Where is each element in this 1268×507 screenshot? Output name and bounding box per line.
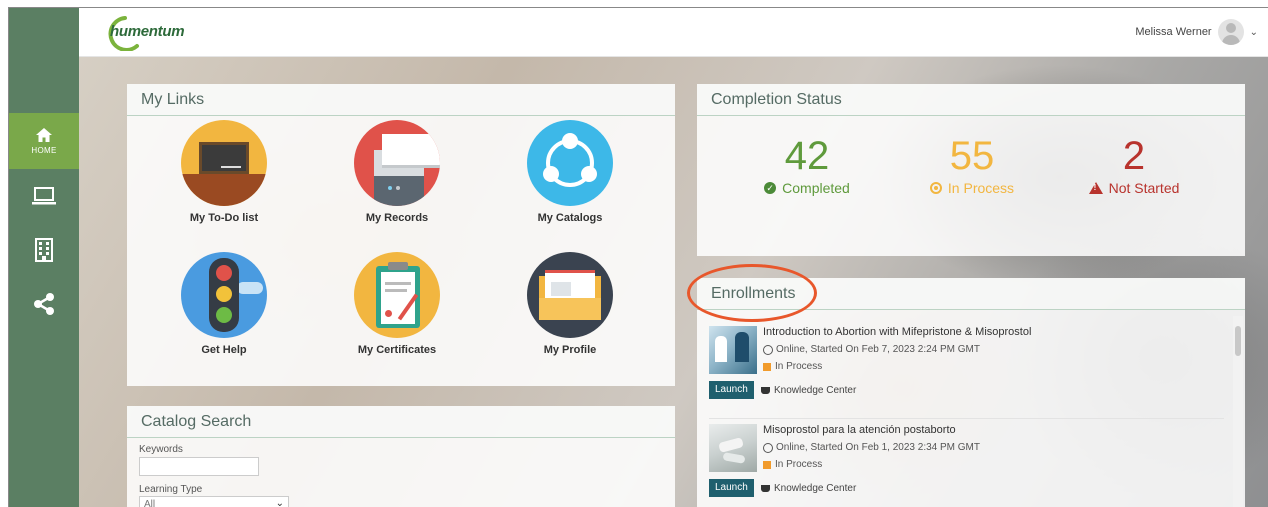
laptop-icon: [32, 187, 56, 205]
check-circle-icon: ✓: [764, 182, 777, 194]
course-meta: Online, Started On Feb 1, 2023 2:34 PM G…: [776, 442, 980, 453]
launch-button[interactable]: Launch: [709, 381, 754, 399]
share-network-icon: [527, 120, 613, 206]
completed-count: 42: [784, 134, 830, 178]
my-links-title: My Links: [127, 84, 675, 116]
tile-my-certificates[interactable]: My Certificates: [327, 252, 467, 356]
printer-icon: [354, 120, 440, 206]
envelope-icon: [527, 252, 613, 338]
globe-icon: [763, 344, 773, 355]
tile-label: Get Help: [201, 344, 247, 356]
warning-icon: [1088, 182, 1103, 194]
in-process-icon: [929, 182, 942, 194]
completed-label: Completed: [782, 180, 850, 196]
status-square-icon: [763, 460, 771, 469]
not-started-count: 2: [1122, 134, 1146, 178]
user-name: Melissa Werner: [1135, 26, 1212, 38]
catalog-search-panel: Catalog Search Keywords Learning Type Al…: [127, 406, 675, 507]
coffee-cup-icon: [761, 485, 770, 492]
scrollbar-thumb[interactable]: [1235, 326, 1241, 356]
rail-home-label: HOME: [31, 145, 57, 155]
highlight-ring: [687, 264, 817, 322]
rail-home[interactable]: HOME: [9, 113, 79, 169]
tile-my-profile[interactable]: My Profile: [500, 252, 640, 356]
list-item: Introduction to Abortion with Mifepristo…: [709, 326, 1224, 404]
chevron-down-icon: ⌄: [1249, 26, 1258, 38]
globe-icon: [763, 442, 773, 453]
learning-type-select[interactable]: All ⌄: [139, 496, 289, 507]
rail-organization[interactable]: [9, 230, 79, 270]
completion-status-panel: Completion Status 42 ✓ Completed 55 In P…: [697, 84, 1245, 256]
rail-share[interactable]: [9, 284, 79, 324]
course-title[interactable]: Introduction to Abortion with Mifepristo…: [763, 326, 1031, 338]
course-status: In Process: [775, 459, 823, 470]
keywords-label: Keywords: [139, 444, 183, 455]
tile-my-catalogs[interactable]: My Catalogs: [500, 120, 640, 224]
stat-in-process[interactable]: 55 In Process: [897, 134, 1047, 196]
building-icon: [35, 238, 53, 262]
course-status: In Process: [775, 361, 823, 372]
tile-label: My Records: [365, 212, 429, 224]
not-started-label: Not Started: [1108, 180, 1180, 196]
traffic-light-icon: [181, 252, 267, 338]
tile-label: My Certificates: [357, 344, 437, 356]
launch-button[interactable]: Launch: [709, 479, 754, 497]
learning-type-value: All: [144, 499, 156, 507]
rail-courses[interactable]: [9, 176, 79, 216]
tile-my-todo-list[interactable]: My To-Do list: [154, 120, 294, 224]
stat-not-started[interactable]: 2 Not Started: [1059, 134, 1209, 196]
logo-text: humentum: [110, 23, 185, 40]
course-provider[interactable]: Knowledge Center: [774, 483, 856, 494]
divider: [709, 418, 1224, 419]
course-thumbnail[interactable]: [709, 424, 757, 472]
course-meta: Online, Started On Feb 7, 2023 2:24 PM G…: [776, 344, 980, 355]
enrollments-scrollbar[interactable]: [1233, 316, 1243, 507]
tile-label: My To-Do list: [189, 212, 259, 224]
avatar: [1217, 19, 1244, 45]
coffee-cup-icon: [761, 387, 770, 394]
in-process-count: 55: [949, 134, 995, 178]
user-menu[interactable]: Melissa Werner ⌄: [1135, 19, 1258, 45]
course-provider[interactable]: Knowledge Center: [774, 385, 856, 396]
tile-my-records[interactable]: My Records: [327, 120, 467, 224]
keywords-input[interactable]: [139, 457, 259, 476]
tile-label: My Profile: [543, 344, 597, 356]
catalog-search-title: Catalog Search: [127, 406, 675, 438]
completion-status-title: Completion Status: [697, 84, 1245, 116]
home-icon: [36, 127, 52, 142]
chalkboard-icon: [181, 120, 267, 206]
tile-label: My Catalogs: [537, 212, 603, 224]
stat-completed[interactable]: 42 ✓ Completed: [732, 134, 882, 196]
left-rail: HOME: [9, 8, 79, 507]
tile-get-help[interactable]: Get Help: [154, 252, 294, 356]
course-title[interactable]: Misoprostol para la atención postaborto: [763, 424, 956, 436]
list-item: Misoprostol para la atención postaborto …: [709, 424, 1224, 502]
status-square-icon: [763, 362, 771, 371]
chevron-down-icon: ⌄: [275, 498, 284, 507]
course-thumbnail[interactable]: [709, 326, 757, 374]
app-window: HOME humentum Melissa Werner ⌄ My Links: [8, 7, 1268, 507]
in-process-label: In Process: [947, 180, 1015, 196]
top-header: humentum Melissa Werner ⌄: [79, 8, 1268, 57]
share-icon: [34, 293, 54, 315]
learning-type-label: Learning Type: [139, 484, 203, 495]
my-links-panel: My Links My To-Do list My Records My Cat…: [127, 84, 675, 386]
certificate-clipboard-icon: [354, 252, 440, 338]
